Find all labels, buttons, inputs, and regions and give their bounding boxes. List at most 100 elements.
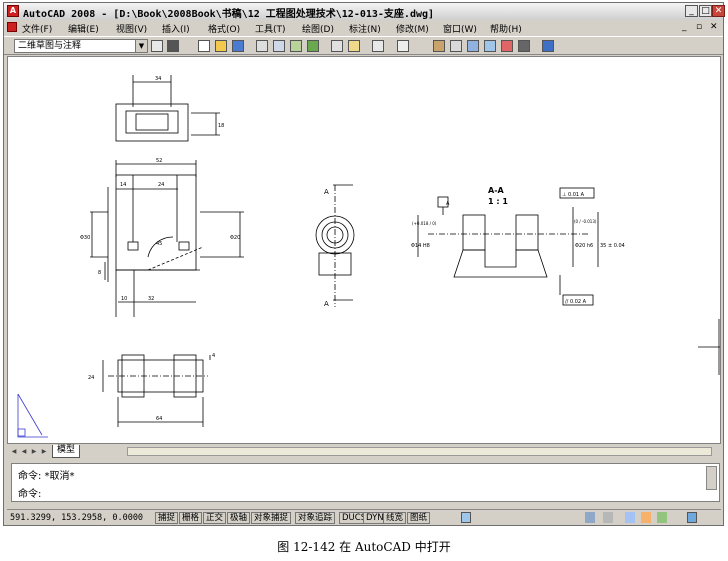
minimize-button[interactable]: _ bbox=[685, 5, 698, 17]
clean-screen-icon[interactable] bbox=[687, 512, 697, 523]
dim-sec-d3: 35 ± 0.04 bbox=[600, 243, 625, 249]
menu-format[interactable]: 格式(O) bbox=[208, 22, 240, 35]
layout-tabs-bar: ◀ ◀ ▶ ▶ 模型 bbox=[7, 445, 721, 458]
menu-window[interactable]: 窗口(W) bbox=[443, 22, 477, 35]
comm-center-icon[interactable] bbox=[625, 512, 635, 523]
undo-icon[interactable] bbox=[372, 40, 384, 52]
publish-icon[interactable] bbox=[290, 40, 302, 52]
tab-last-icon[interactable]: ▶ bbox=[40, 447, 48, 456]
menu-modify[interactable]: 修改(M) bbox=[396, 22, 429, 35]
tab-model[interactable]: 模型 bbox=[52, 445, 81, 458]
autocad-app-icon[interactable]: A bbox=[7, 5, 19, 17]
calculator-icon[interactable] bbox=[518, 40, 530, 52]
ortho-button[interactable]: 正交 bbox=[203, 512, 227, 524]
3d-dwf-icon[interactable] bbox=[307, 40, 319, 52]
tab-next-icon[interactable]: ▶ bbox=[30, 447, 38, 456]
menu-tools[interactable]: 工具(T) bbox=[255, 22, 286, 35]
dim-front-slot: 24 bbox=[158, 182, 164, 188]
tab-first-icon[interactable]: ◀ bbox=[10, 447, 18, 456]
dim-front-overall: 52 bbox=[156, 158, 162, 164]
close-button[interactable]: ✕ bbox=[712, 5, 725, 17]
polar-button[interactable]: 极轴 bbox=[227, 512, 251, 524]
status-bar: 591.3299, 153.2958, 0.0000 捕捉 栅格 正交 极轴 对… bbox=[7, 509, 721, 525]
front-view: 52 14 24 Φ30 Φ20 45 8 10 32 bbox=[80, 158, 244, 317]
horizontal-scrollbar[interactable] bbox=[127, 447, 712, 456]
window-title: AutoCAD 2008 - [D:\Book\2008Book\书稿\12 工… bbox=[23, 9, 435, 20]
annotation-visibility-icon[interactable] bbox=[603, 512, 613, 523]
annotation-scale-icon[interactable] bbox=[585, 512, 595, 523]
drawing-canvas[interactable]: 34 18 52 14 24 Φ30 Φ20 45 8 10 32 A A A-… bbox=[7, 56, 721, 444]
dim-front-dia-left: Φ30 bbox=[80, 235, 90, 241]
doc-restore-button[interactable]: ▫ bbox=[696, 22, 702, 32]
coordinate-readout[interactable]: 591.3299, 153.2958, 0.0000 bbox=[10, 513, 143, 523]
document-icon[interactable] bbox=[7, 22, 17, 32]
zoom-icon[interactable] bbox=[450, 40, 462, 52]
design-center-icon[interactable] bbox=[484, 40, 496, 52]
autocad-window: A AutoCAD 2008 - [D:\Book\2008Book\书稿\12… bbox=[3, 2, 725, 526]
properties-icon[interactable] bbox=[467, 40, 479, 52]
chevron-down-icon[interactable]: ▼ bbox=[135, 40, 147, 52]
maximize-button[interactable]: □ bbox=[699, 5, 712, 17]
section-label: A-A bbox=[488, 186, 505, 195]
menu-edit[interactable]: 编辑(E) bbox=[68, 22, 99, 35]
command-window[interactable]: 命令: *取消* 命令: bbox=[11, 463, 720, 502]
dim-base-h: 8 bbox=[98, 270, 101, 276]
gdt-bottom: // 0.02 A bbox=[565, 299, 587, 305]
dim-base-mid: 32 bbox=[148, 296, 154, 302]
pan-icon[interactable] bbox=[433, 40, 445, 52]
open-file-icon[interactable] bbox=[215, 40, 227, 52]
command-history: 命令: *取消* bbox=[18, 471, 75, 482]
ucs-icon bbox=[17, 393, 48, 438]
print-icon[interactable] bbox=[256, 40, 268, 52]
help-icon[interactable] bbox=[542, 40, 554, 52]
dim-top-height: 18 bbox=[218, 123, 224, 129]
grid-button[interactable]: 栅格 bbox=[179, 512, 203, 524]
crosshair-cursor bbox=[698, 319, 720, 375]
dim-sec-tol1: (+0.018 / 0) bbox=[412, 221, 437, 226]
command-scrollbar[interactable] bbox=[706, 466, 717, 490]
figure-caption: 图 12-142 在 AutoCAD 中打开 bbox=[277, 540, 451, 554]
menu-dimension[interactable]: 标注(N) bbox=[349, 22, 381, 35]
menu-insert[interactable]: 插入(I) bbox=[162, 22, 190, 35]
doc-minimize-button[interactable]: _ bbox=[682, 22, 687, 32]
dim-sec-d1: Φ14 H8 bbox=[411, 243, 430, 249]
workspace-select[interactable]: 二维草图与注释 ▼ bbox=[14, 39, 148, 53]
section-scale: 1 : 1 bbox=[488, 197, 508, 206]
doc-close-button[interactable]: ✕ bbox=[710, 22, 718, 32]
title-bar: A AutoCAD 2008 - [D:\Book\2008Book\书稿\12… bbox=[4, 3, 725, 21]
menu-draw[interactable]: 绘图(D) bbox=[302, 22, 334, 35]
tray-settings-icon[interactable] bbox=[657, 512, 667, 523]
workspace-select-value: 二维草图与注释 bbox=[18, 41, 82, 51]
section-view: A-A 1 : 1 A Φ14 H8 Φ20 h6 35 ± 0.04 (+0.… bbox=[411, 186, 625, 306]
dim-front-dia-right: Φ20 bbox=[230, 235, 240, 241]
snap-button[interactable]: 捕捉 bbox=[155, 512, 179, 524]
lineweight-button[interactable]: 线宽 bbox=[383, 512, 407, 524]
model-viewport-icon[interactable] bbox=[461, 512, 471, 523]
copy-icon[interactable] bbox=[348, 40, 360, 52]
tool-palettes-icon[interactable] bbox=[501, 40, 513, 52]
redo-icon[interactable] bbox=[397, 40, 409, 52]
cut-icon[interactable] bbox=[331, 40, 343, 52]
dim-top-width: 34 bbox=[155, 76, 161, 82]
workspace-settings-icon[interactable] bbox=[151, 40, 163, 52]
menu-help[interactable]: 帮助(H) bbox=[490, 22, 522, 35]
osnap-button[interactable]: 对象捕捉 bbox=[251, 512, 292, 524]
new-file-icon[interactable] bbox=[198, 40, 210, 52]
workspace-save-icon[interactable] bbox=[167, 40, 179, 52]
menu-view[interactable]: 视图(V) bbox=[116, 22, 147, 35]
save-icon[interactable] bbox=[232, 40, 244, 52]
dim-front-left: 14 bbox=[120, 182, 126, 188]
otrack-button[interactable]: 对象追踪 bbox=[295, 512, 336, 524]
print-preview-icon[interactable] bbox=[273, 40, 285, 52]
cut-label-bottom: A bbox=[324, 300, 329, 308]
drawing-svg: 34 18 52 14 24 Φ30 Φ20 45 8 10 32 A A A-… bbox=[17, 75, 720, 438]
tab-prev-icon[interactable]: ◀ bbox=[20, 447, 28, 456]
dim-bottom-gap: 4 bbox=[212, 353, 215, 359]
paper-button[interactable]: 图纸 bbox=[407, 512, 431, 524]
datum-label: A bbox=[446, 201, 450, 207]
dim-angle: 45 bbox=[156, 241, 162, 247]
menu-file[interactable]: 文件(F) bbox=[22, 22, 52, 35]
gdt-top: ⊥ 0.01 A bbox=[562, 192, 585, 198]
lock-icon[interactable] bbox=[641, 512, 651, 523]
command-prompt[interactable]: 命令: bbox=[18, 485, 41, 500]
